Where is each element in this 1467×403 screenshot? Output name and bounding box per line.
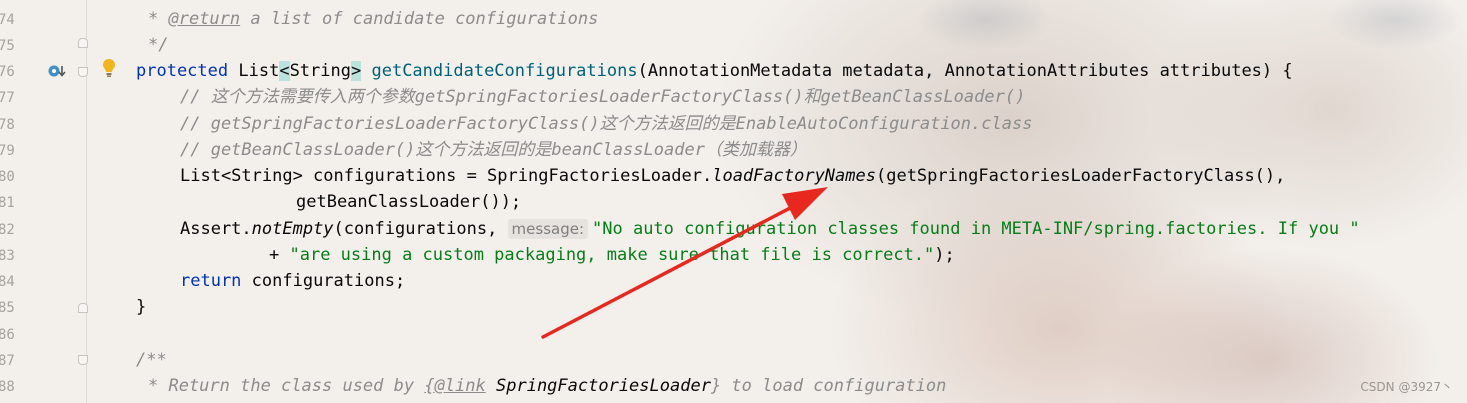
annotation-arrow — [541, 187, 828, 339]
